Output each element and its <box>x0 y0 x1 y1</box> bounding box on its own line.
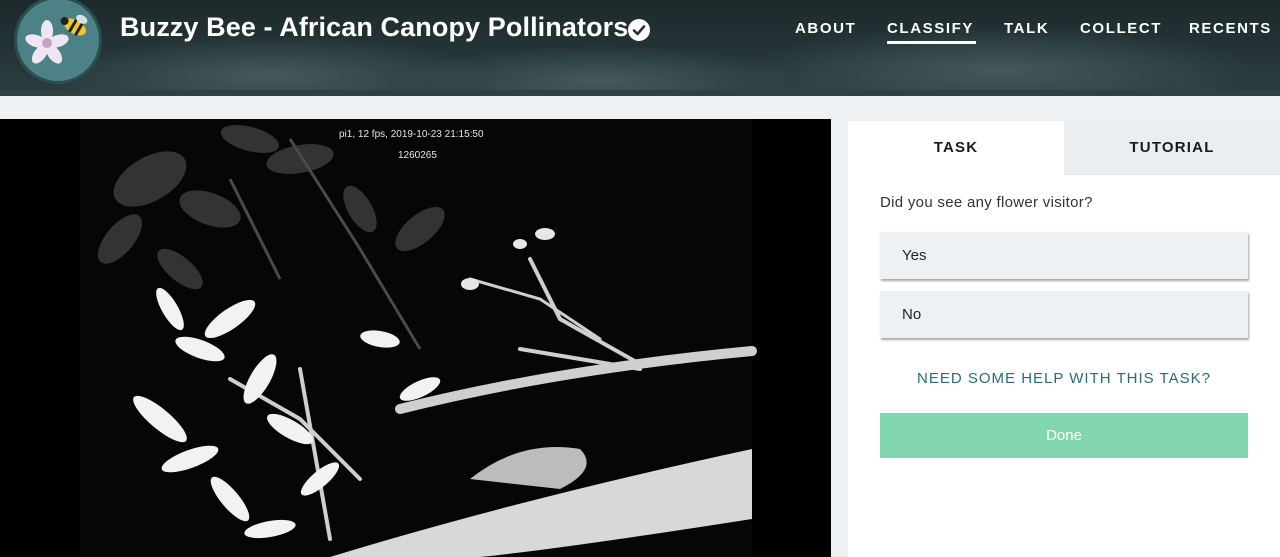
answer-yes-button[interactable]: Yes <box>880 232 1248 279</box>
nav-classify[interactable]: CLASSIFY <box>887 20 976 44</box>
nav-collect[interactable]: COLLECT <box>1080 20 1162 37</box>
help-link[interactable]: NEED SOME HELP WITH THIS TASK? <box>848 370 1280 387</box>
subject-image-viewer[interactable]: pi1, 12 fps, 2019-10-23 21:15:50 1260265 <box>0 119 831 557</box>
subject-image <box>0 119 831 557</box>
main-nav: ABOUT CLASSIFY TALK COLLECT RECENTS <box>0 20 1280 50</box>
task-question: Did you see any flower visitor? <box>880 194 1093 211</box>
done-button[interactable]: Done <box>880 413 1248 458</box>
site-header: Buzzy Bee - African Canopy Pollinators A… <box>0 0 1280 96</box>
nav-recents[interactable]: RECENTS <box>1189 20 1272 37</box>
answer-no-button[interactable]: No <box>880 291 1248 338</box>
nav-about[interactable]: ABOUT <box>795 20 856 37</box>
task-panel: TASK TUTORIAL Did you see any flower vis… <box>848 121 1280 557</box>
tab-tutorial[interactable]: TUTORIAL <box>1064 121 1280 175</box>
tab-task[interactable]: TASK <box>848 121 1064 174</box>
timestamp-overlay: pi1, 12 fps, 2019-10-23 21:15:50 <box>339 129 484 140</box>
frame-id-overlay: 1260265 <box>398 150 437 161</box>
nav-talk[interactable]: TALK <box>1004 20 1049 37</box>
